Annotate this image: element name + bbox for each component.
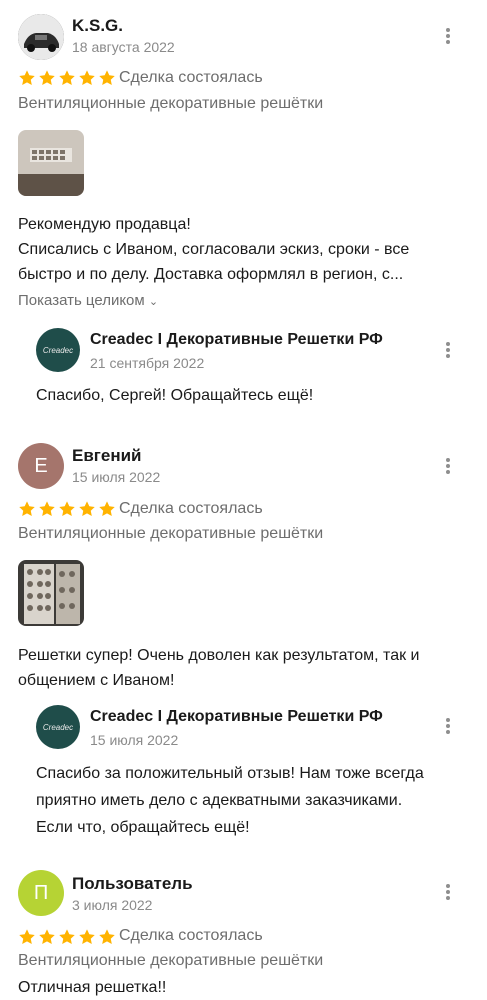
reply-text-line: приятно иметь дело с адекватными заказчи… (36, 792, 403, 809)
reply-text-line: Если что, обращайтесь ещё! (36, 819, 250, 836)
grille-photo-icon (18, 560, 84, 626)
more-options-icon[interactable] (440, 338, 456, 362)
reply-text: Спасибо за положительный отзыв! Нам тоже… (36, 760, 456, 841)
avatar-letter: П (33, 881, 49, 904)
more-options-icon[interactable] (440, 714, 456, 738)
review-text: Отличная решетка!! (18, 975, 468, 1000)
review-photo[interactable] (18, 560, 84, 626)
review-author[interactable]: Евгений (72, 446, 142, 466)
deal-status: Сделка состоялась (119, 69, 263, 86)
star-icon (39, 501, 55, 517)
review-author[interactable]: Пользователь (72, 874, 193, 894)
review-category: Вентиляционные декоративные решётки (18, 525, 324, 542)
star-icon (19, 929, 35, 945)
review-date: 3 июля 2022 (72, 897, 153, 913)
review-text-line: Отличная решетка!! (18, 979, 167, 996)
seller-avatar[interactable]: Creadec (36, 328, 80, 372)
star-icon (99, 929, 115, 945)
review-text: Рекомендую продавца! Списались с Иваном,… (18, 212, 468, 287)
star-icon (79, 70, 95, 86)
star-icon (79, 929, 95, 945)
more-options-icon[interactable] (440, 24, 456, 48)
deal-status: Сделка состоялась (119, 500, 263, 517)
star-icon (39, 70, 55, 86)
rating-stars (18, 928, 116, 946)
avatar-letter: Е (34, 454, 48, 477)
review-category: Вентиляционные декоративные решётки (18, 95, 324, 112)
grille-photo-icon (18, 130, 84, 196)
more-options-icon[interactable] (440, 880, 456, 904)
star-icon (99, 501, 115, 517)
review-author[interactable]: K.S.G. (72, 16, 123, 36)
review-text-line: Рекомендую продавца! (18, 216, 191, 233)
avatar[interactable]: Е (18, 443, 64, 489)
avatar[interactable] (18, 14, 64, 60)
star-icon (39, 929, 55, 945)
seller-name[interactable]: Creadec I Декоративные Решетки РФ (90, 331, 383, 349)
review-text-line: общением с Иваном! (18, 672, 175, 689)
deal-status: Сделка состоялась (119, 927, 263, 944)
review-text-line: Списались с Иваном, согласовали эскиз, с… (18, 241, 410, 258)
star-icon (99, 70, 115, 86)
review-text: Решетки супер! Очень доволен как результ… (18, 643, 468, 693)
chevron-down-icon: ⌄ (148, 296, 159, 308)
seller-avatar[interactable]: Creadec (36, 705, 80, 749)
star-icon (19, 70, 35, 86)
seller-logo-text: Creadec (42, 722, 74, 732)
review-category: Вентиляционные декоративные решётки (18, 952, 324, 969)
reply-text-line: Спасибо, Сергей! Обращайтесь ещё! (36, 387, 314, 404)
review-photo[interactable] (18, 130, 84, 196)
avatar[interactable]: П (18, 870, 64, 916)
star-icon (79, 501, 95, 517)
show-all-label: Показать целиком (18, 292, 145, 309)
seller-logo-text: Creadec (42, 345, 74, 355)
reply-text: Спасибо, Сергей! Обращайтесь ещё! (36, 382, 456, 409)
show-all-link[interactable]: Показать целиком ⌄ (18, 292, 158, 309)
review-text-line: Решетки супер! Очень доволен как результ… (18, 647, 420, 664)
review-text-line: быстро и по делу. Доставка оформлял в ре… (18, 266, 404, 283)
rating-stars (18, 500, 116, 518)
reply-date: 15 июля 2022 (90, 732, 179, 748)
reply-text-line: Спасибо за положительный отзыв! Нам тоже… (36, 765, 424, 782)
car-photo-icon (18, 14, 64, 60)
review-date: 18 августа 2022 (72, 39, 175, 55)
star-icon (59, 501, 75, 517)
rating-stars (18, 69, 116, 87)
reply-date: 21 сентября 2022 (90, 355, 205, 371)
review-date: 15 июля 2022 (72, 469, 161, 485)
star-icon (59, 70, 75, 86)
star-icon (59, 929, 75, 945)
seller-name[interactable]: Creadec I Декоративные Решетки РФ (90, 708, 383, 726)
more-options-icon[interactable] (440, 454, 456, 478)
star-icon (19, 501, 35, 517)
